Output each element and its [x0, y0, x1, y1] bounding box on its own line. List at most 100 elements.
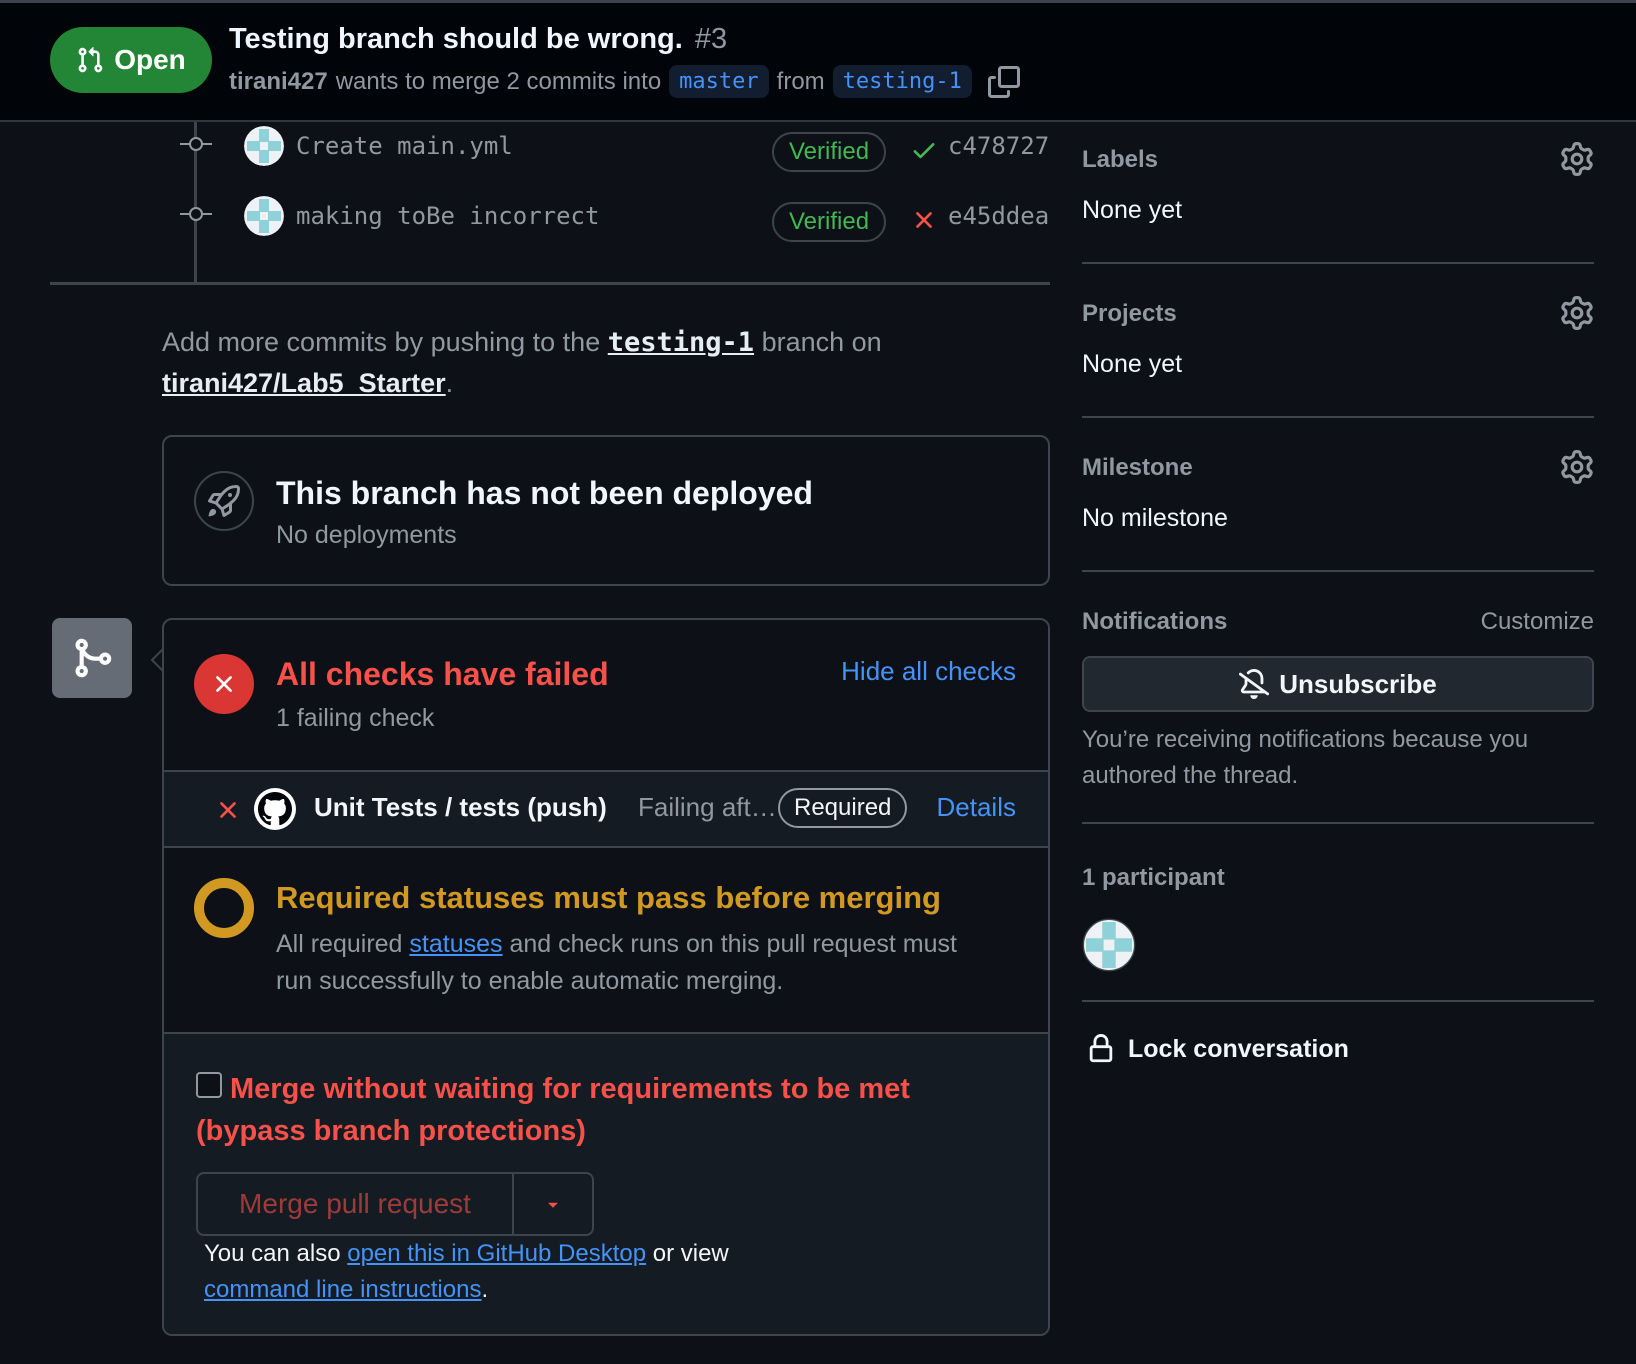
required-desc-prefix: All required	[276, 930, 403, 958]
commit-row: making toBe incorrect Verified e45ddea	[180, 196, 1050, 242]
labels-value: None yet	[1082, 196, 1183, 224]
check-details-link[interactable]: Details	[937, 792, 1016, 823]
sidebar-divider	[1082, 262, 1594, 264]
sidebar-divider	[1082, 416, 1594, 418]
deployment-icon-circle	[194, 471, 254, 531]
sidebar-projects: Projects None yet	[1082, 294, 1594, 394]
x-icon	[216, 676, 232, 692]
required-statuses-description: All required statuses and check runs on …	[276, 926, 976, 1000]
add-commits-suffix: .	[445, 368, 454, 398]
deployment-title: This branch has not been deployed	[276, 475, 813, 511]
x-icon	[220, 802, 236, 818]
merge-help-middle: or view	[652, 1240, 729, 1267]
repo-link[interactable]: tirani427/Lab5_Starter	[162, 368, 446, 398]
check-run-description: Failing aft…	[638, 792, 777, 822]
checks-subtitle: 1 failing check	[276, 704, 435, 732]
customize-notifications-link[interactable]: Customize	[1481, 608, 1594, 636]
check-run-row: Unit Tests / tests (push) Failing aft… R…	[164, 770, 1048, 848]
commit-message-link[interactable]: making toBe incorrect	[296, 202, 599, 230]
required-statuses-section: Required statuses must pass before mergi…	[164, 848, 1048, 1032]
commit-sha-link[interactable]: c478727	[948, 132, 1049, 160]
pr-title-text: Testing branch should be wrong.	[229, 23, 683, 55]
hide-checks-button[interactable]: Hide all checks	[841, 656, 1016, 687]
pr-state-badge: Open	[50, 27, 212, 93]
copy-icon[interactable]	[987, 65, 1020, 98]
head-branch-link[interactable]: testing-1	[608, 327, 754, 358]
labels-heading: Labels	[1082, 146, 1159, 173]
merge-method-dropdown[interactable]	[514, 1174, 592, 1234]
pending-status-icon	[194, 878, 254, 938]
gear-icon[interactable]	[1560, 142, 1594, 176]
verified-badge[interactable]: Verified	[772, 132, 887, 172]
base-branch-chip[interactable]: master	[669, 65, 769, 98]
merge-button-group: Merge pull request	[196, 1172, 594, 1236]
sidebar-divider	[1082, 822, 1594, 824]
pr-sticky-header: Open Testing branch should be wrong. #3 …	[0, 0, 1636, 122]
check-run-name: Unit Tests / tests (push)	[314, 792, 607, 822]
merge-help-text: You can also open this in GitHub Desktop…	[204, 1236, 804, 1308]
sidebar-labels: Labels None yet	[1082, 140, 1594, 240]
add-commits-middle: branch on	[761, 327, 882, 357]
rocket-icon	[208, 485, 240, 517]
bypass-protections-checkbox[interactable]	[196, 1072, 222, 1098]
commit-row: Create main.yml Verified c478727	[180, 126, 1050, 172]
gear-icon[interactable]	[1560, 296, 1594, 330]
merge-pull-request-button[interactable]: Merge pull request	[198, 1174, 514, 1234]
statuses-link[interactable]: statuses	[409, 930, 502, 958]
lock-conversation-button[interactable]: Lock conversation	[1086, 1034, 1349, 1064]
merge-box: All checks have failed 1 failing check H…	[162, 618, 1050, 1336]
merge-help-suffix: .	[481, 1276, 489, 1303]
head-branch-chip[interactable]: testing-1	[832, 65, 972, 98]
pr-author-link[interactable]: tirani427	[229, 68, 328, 96]
projects-value: None yet	[1082, 350, 1183, 378]
git-pull-request-icon	[78, 47, 103, 73]
pr-number: #3	[694, 23, 728, 55]
checks-title: All checks have failed	[276, 656, 609, 692]
avatar[interactable]	[244, 126, 284, 166]
merge-help-prefix: You can also	[204, 1240, 341, 1267]
commit-node-icon	[180, 207, 212, 221]
verified-badge[interactable]: Verified	[772, 202, 887, 242]
from-text: from	[776, 67, 825, 95]
avatar[interactable]	[1082, 918, 1136, 972]
required-badge: Required	[778, 788, 908, 828]
x-icon[interactable]	[910, 206, 938, 234]
deployment-subtitle: No deployments	[276, 521, 457, 549]
git-merge-icon	[75, 638, 112, 678]
merge-actions-section: Merge without waiting for requirements t…	[164, 1032, 1048, 1334]
unsubscribe-label: Unsubscribe	[1279, 668, 1437, 699]
lock-conversation-label: Lock conversation	[1128, 1034, 1349, 1063]
lock-icon	[1089, 1034, 1113, 1063]
commit-node-icon	[180, 137, 212, 151]
sidebar-divider	[1082, 570, 1594, 572]
sidebar-milestone: Milestone No milestone	[1082, 448, 1594, 548]
notifications-reason: You’re receiving notifications because y…	[1082, 726, 1529, 789]
checks-failed-icon-circle	[194, 654, 254, 714]
participants-heading: 1 participant	[1082, 864, 1225, 891]
merge-status-icon-box	[52, 618, 132, 698]
projects-heading: Projects	[1082, 300, 1177, 327]
add-commits-prefix: Add more commits by pushing to the	[162, 327, 601, 357]
check-icon[interactable]	[910, 136, 938, 164]
avatar[interactable]	[244, 196, 284, 236]
open-in-desktop-link[interactable]: open this in GitHub Desktop	[347, 1240, 646, 1267]
commit-message-link[interactable]: Create main.yml	[296, 132, 513, 160]
milestone-heading: Milestone	[1082, 454, 1193, 481]
deployment-box: This branch has not been deployed No dep…	[162, 435, 1050, 586]
commit-sha-link[interactable]: e45ddea	[948, 202, 1049, 230]
triangle-down-icon	[548, 1202, 558, 1208]
checks-summary-section: All checks have failed 1 failing check H…	[164, 620, 1048, 770]
command-line-instructions-link[interactable]: command line instructions	[204, 1276, 481, 1303]
gear-icon[interactable]	[1560, 450, 1594, 484]
timeline-divider	[50, 282, 1050, 285]
bell-slash-icon	[1239, 669, 1270, 699]
sidebar-divider	[1082, 1000, 1594, 1002]
pr-title: Testing branch should be wrong. #3	[229, 23, 727, 56]
merge-summary-text: wants to merge 2 commits into	[335, 67, 662, 95]
bypass-protections-label[interactable]: Merge without waiting for requirements t…	[196, 1068, 1026, 1152]
pr-merge-summary: tirani427 wants to merge 2 commits into …	[229, 65, 1020, 98]
pr-state-label: Open	[114, 44, 186, 75]
add-commits-hint: Add more commits by pushing to the testi…	[162, 322, 1042, 404]
milestone-value: No milestone	[1082, 504, 1228, 532]
unsubscribe-button[interactable]: Unsubscribe	[1082, 656, 1594, 712]
